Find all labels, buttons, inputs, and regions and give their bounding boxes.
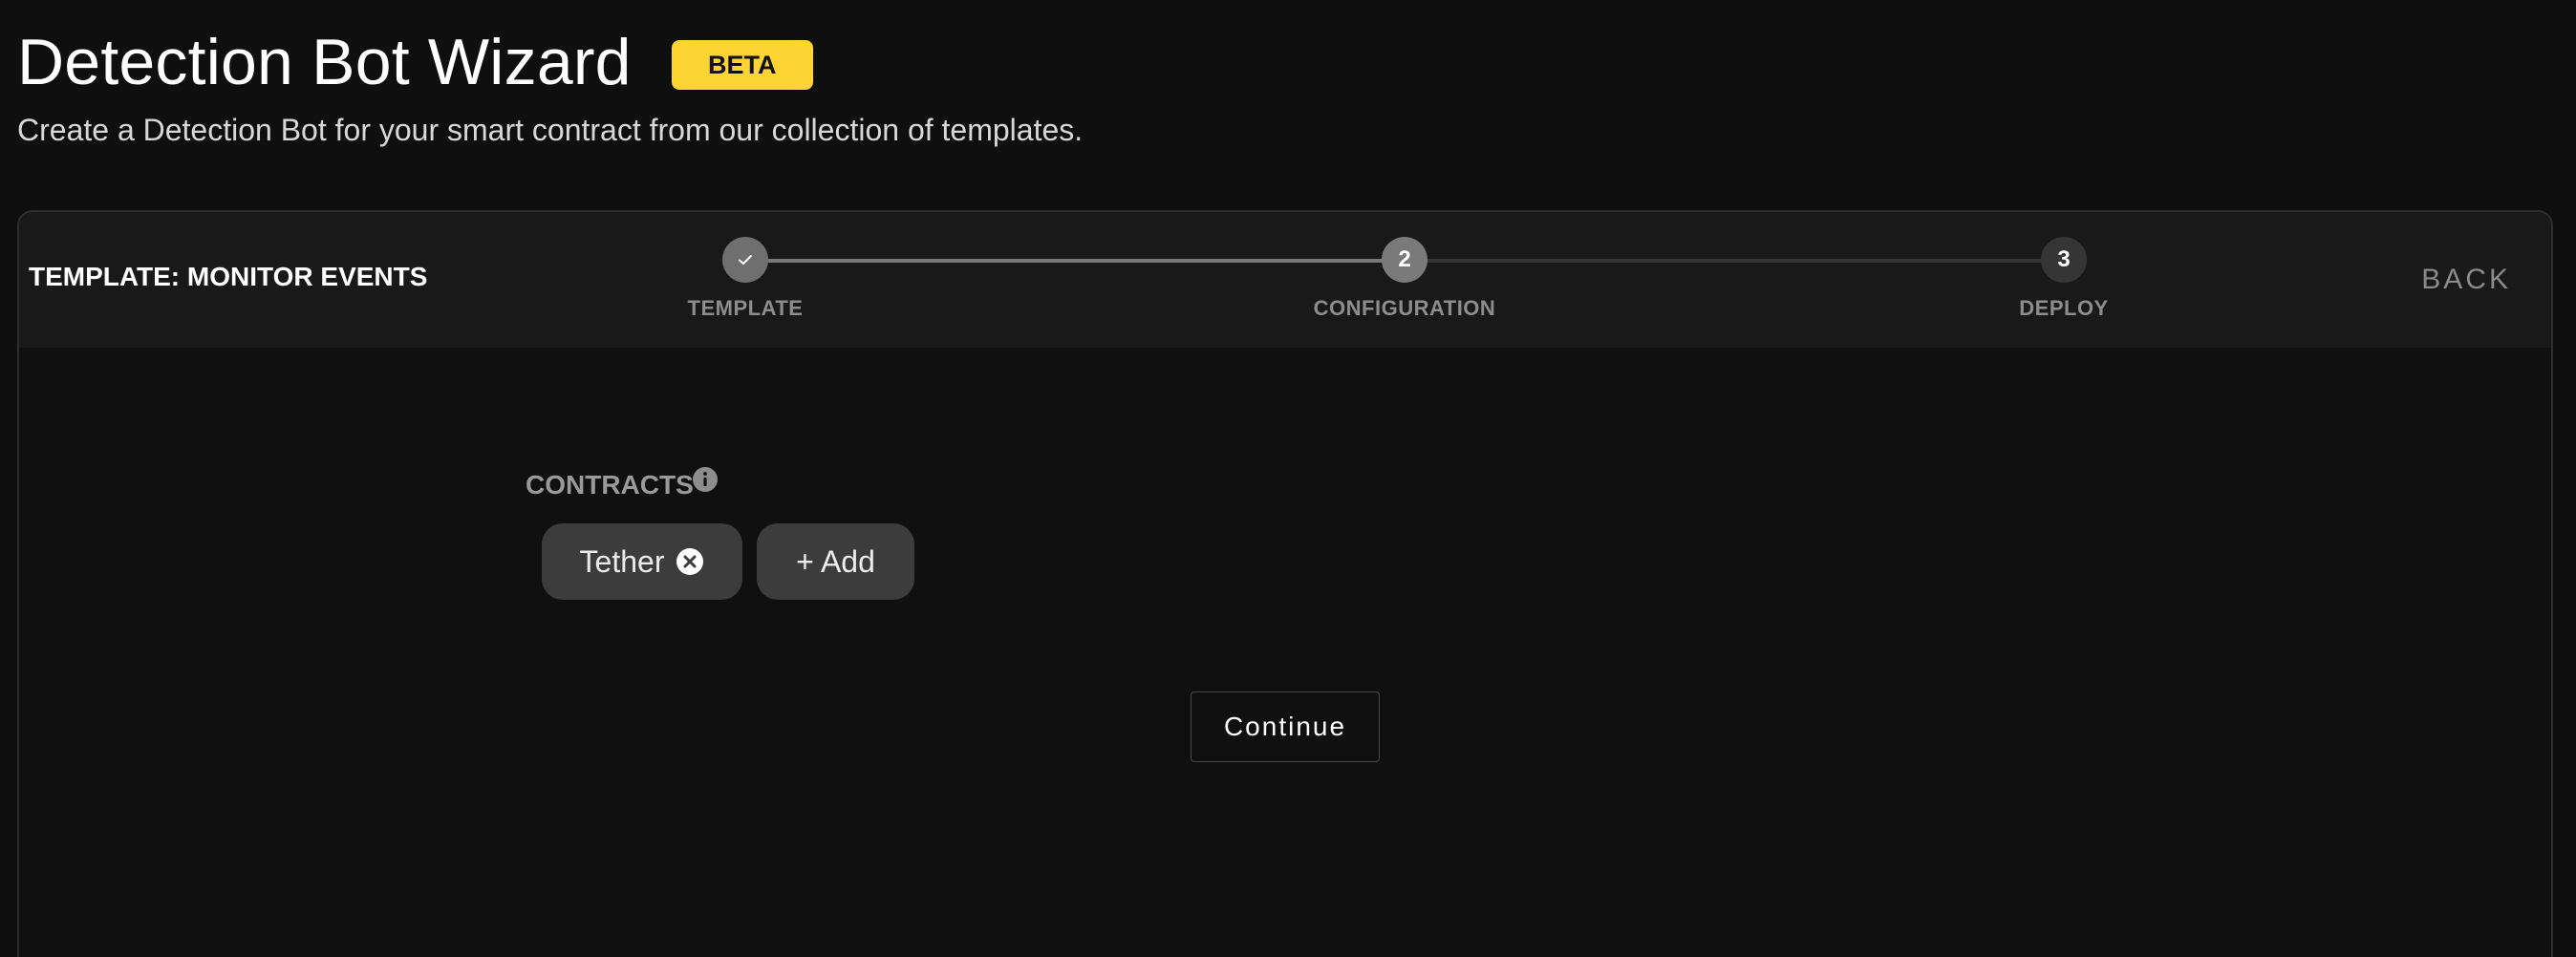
title-row: Detection Bot Wizard BETA <box>17 23 1546 101</box>
contract-chip-tether[interactable]: Tether <box>542 523 742 600</box>
step-template-circle <box>722 237 768 283</box>
stepper: TEMPLATE 2 CONFIGURATION 3 DEPLOY <box>19 212 2551 348</box>
beta-badge: BETA <box>671 40 813 90</box>
page-subtitle: Create a Detection Bot for your smart co… <box>17 113 1084 147</box>
step-configuration-circle: 2 <box>1382 237 1428 283</box>
wizard-card: TEMPLATE: MONITOR EVENTS TEMPLATE 2 CONF… <box>17 210 2553 957</box>
check-icon <box>739 255 752 265</box>
close-circle-icon[interactable] <box>676 547 704 576</box>
step-deploy-circle: 3 <box>2041 237 2087 283</box>
wizard-header: TEMPLATE: MONITOR EVENTS TEMPLATE 2 CONF… <box>19 212 2551 348</box>
back-button[interactable]: BACK <box>2421 264 2511 296</box>
step-deploy-label: DEPLOY <box>2019 296 2109 320</box>
add-contract-button[interactable]: + Add <box>757 523 914 600</box>
step-configuration-label: CONFIGURATION <box>1313 296 1496 320</box>
step-connector-upcoming <box>1405 259 2064 263</box>
page-title: Detection Bot Wizard <box>17 26 632 98</box>
contracts-label: CONTRACTS <box>526 470 694 500</box>
page-header: Detection Bot Wizard BETA Create a Detec… <box>17 23 1546 148</box>
contract-chip-label: Tether <box>579 543 665 579</box>
continue-button[interactable]: Continue <box>1191 691 1380 762</box>
step-connector-completed <box>745 259 1405 263</box>
step-template-label: TEMPLATE <box>687 296 804 320</box>
info-icon[interactable] <box>692 466 719 493</box>
